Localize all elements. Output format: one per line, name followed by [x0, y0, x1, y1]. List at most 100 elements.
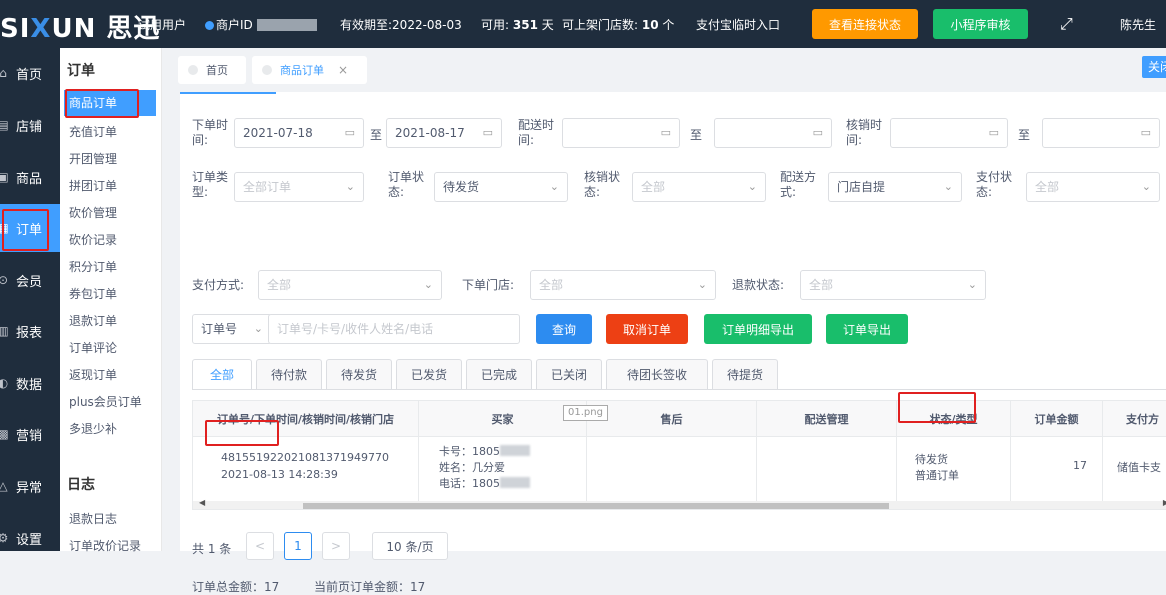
- status-tab-pending-pickup[interactable]: 待提货: [712, 359, 778, 389]
- home-icon: ⌂: [0, 66, 7, 80]
- scroll-left-icon[interactable]: ◀: [199, 498, 205, 507]
- store-select[interactable]: 全部 ⌄: [530, 270, 716, 300]
- order-type-select[interactable]: 全部订单 ⌄: [234, 172, 364, 202]
- horizontal-scrollbar[interactable]: ◀ ▶: [193, 498, 1166, 509]
- submenu-group-orders[interactable]: 拼团订单: [69, 177, 117, 194]
- tab-goods-orders[interactable]: 商品订单 ×: [252, 56, 367, 84]
- nav-marketing[interactable]: ▩ 营销: [0, 419, 60, 449]
- query-button[interactable]: 查询: [536, 314, 592, 344]
- pay-method-select[interactable]: 全部 ⌄: [258, 270, 442, 300]
- order-status-select[interactable]: 待发货 ⌄: [434, 172, 568, 202]
- chevron-down-icon: ⌄: [549, 180, 559, 193]
- delivery-time-end[interactable]: ▭: [714, 118, 832, 148]
- highlight-nav-orders: [2, 209, 49, 251]
- page-1-button[interactable]: 1: [284, 532, 312, 560]
- status-tab-leader-sign[interactable]: 待团长签收: [606, 359, 708, 389]
- secondary-sidebar: 订单 商品订单 充值订单 开团管理 拼团订单 砍价管理 砍价记录 积分订单 券包…: [60, 48, 162, 554]
- tab-home[interactable]: 首页: [178, 56, 246, 84]
- payment-method: 储值卡支: [1117, 461, 1161, 474]
- calendar-icon: ▭: [344, 126, 355, 139]
- chevron-down-icon: ⌄: [423, 278, 433, 291]
- pay-status-select[interactable]: 全部 ⌄: [1026, 172, 1160, 202]
- order-time-start[interactable]: 2021-07-18 ▭: [234, 118, 364, 148]
- file-tooltip: 01.png: [563, 405, 608, 421]
- submenu-coupon-orders[interactable]: 券包订单: [69, 285, 117, 302]
- fullscreen-icon[interactable]: ⤢: [1060, 14, 1073, 34]
- submenu-bargain-manage[interactable]: 砍价管理: [69, 204, 117, 221]
- next-page-button[interactable]: >: [322, 532, 350, 560]
- page-size-select[interactable]: 10 条/页: [372, 532, 448, 560]
- check-connection-button[interactable]: 查看连接状态: [812, 9, 918, 39]
- total-amount: 订单总金额：17: [192, 580, 280, 594]
- chevron-down-icon: ⌄: [253, 322, 263, 335]
- prev-page-button[interactable]: <: [246, 532, 274, 560]
- goods-icon: ▣: [0, 170, 9, 184]
- warning-icon: △: [0, 479, 8, 493]
- tab-close-icon[interactable]: ×: [338, 63, 348, 77]
- highlight-goods-orders: [65, 89, 139, 118]
- submenu-order-reviews[interactable]: 订单评论: [69, 339, 117, 356]
- nav-goods[interactable]: ▣ 商品: [0, 162, 60, 192]
- order-status: 待发货: [915, 453, 948, 466]
- refund-status-select[interactable]: 全部 ⌄: [800, 270, 986, 300]
- submenu-cashback-orders[interactable]: 返现订单: [69, 366, 117, 383]
- nav-store[interactable]: ▤ 店铺: [0, 110, 60, 140]
- submenu-points-orders[interactable]: 积分订单: [69, 258, 117, 275]
- status-tab-all[interactable]: 全部: [192, 359, 252, 389]
- orders-table: 订单号/下单时间/核销时间/核销门店 买家 售后 配送管理 状态/类型 订单金额…: [192, 400, 1166, 510]
- miniprogram-review-button[interactable]: 小程序审核: [933, 9, 1028, 39]
- status-tab-pending-ship[interactable]: 待发货: [326, 359, 392, 389]
- search-input[interactable]: 订单号/卡号/收件人姓名/电话: [268, 314, 520, 344]
- delivery-method-select[interactable]: 门店自提 ⌄: [828, 172, 962, 202]
- status-tab-shipped[interactable]: 已发货: [396, 359, 462, 389]
- verify-time-start[interactable]: ▭: [890, 118, 1008, 148]
- alipay-entry-link[interactable]: 支付宝临时入口: [696, 16, 780, 33]
- submenu-title-logs: 日志: [67, 477, 95, 493]
- verify-time-label: 核销时间:: [846, 118, 883, 147]
- store-count-text: 可上架门店数: 10 个: [562, 18, 675, 32]
- chevron-down-icon: ⌄: [1141, 180, 1151, 193]
- nav-data[interactable]: ◐ 数据: [0, 368, 60, 398]
- status-tab-closed[interactable]: 已关闭: [536, 359, 602, 389]
- verify-time-end[interactable]: ▭: [1042, 118, 1160, 148]
- submenu-refund-orders[interactable]: 退款订单: [69, 312, 117, 329]
- after-sale-cell: [587, 437, 757, 501]
- nav-members[interactable]: ⊙ 会员: [0, 265, 60, 295]
- scrollbar-thumb[interactable]: [303, 503, 889, 509]
- primary-sidebar: ⌂ 首页 ▤ 店铺 ▣ 商品 ▦ 订单 ⊙ 会员 ▥ 报表 ◐ 数据 ▩ 营销 △ 异常 ⚙ 设置: [0, 48, 60, 551]
- submenu-plus-orders[interactable]: plus会员订单: [69, 393, 142, 410]
- col-payment: 支付方: [1103, 401, 1166, 437]
- submenu-title-orders: 订单: [67, 63, 95, 79]
- main-area: 首页 商品订单× 关闭 下单时间: 2021-07-18▭ 至 2021-08-…: [162, 48, 1166, 594]
- status-tab-completed[interactable]: 已完成: [466, 359, 532, 389]
- store-icon: ▤: [0, 118, 9, 132]
- cancel-order-button[interactable]: 取消订单: [606, 314, 688, 344]
- refund-status-label: 退款状态:: [732, 278, 785, 292]
- order-time-end[interactable]: 2021-08-17 ▭: [386, 118, 502, 148]
- submenu-price-change-records[interactable]: 订单改价记录: [69, 537, 141, 554]
- search-field-select[interactable]: 订单号 ⌄: [192, 314, 272, 344]
- total-count: 共 1 条: [192, 542, 232, 556]
- tab-dot-icon: [188, 65, 198, 75]
- close-tabs-button[interactable]: 关闭: [1142, 56, 1166, 78]
- active-underline: [180, 92, 276, 94]
- submenu-bargain-records[interactable]: 砍价记录: [69, 231, 117, 248]
- nav-reports[interactable]: ▥ 报表: [0, 316, 60, 346]
- nav-home[interactable]: ⌂ 首页: [0, 58, 60, 88]
- status-tab-pending-pay[interactable]: 待付款: [256, 359, 322, 389]
- col-delivery: 配送管理: [757, 401, 897, 437]
- submenu-recharge-orders[interactable]: 充值订单: [69, 123, 117, 140]
- delivery-time-start[interactable]: ▭: [562, 118, 680, 148]
- status-tabs-divider: [192, 389, 1166, 390]
- nav-exception[interactable]: △ 异常: [0, 471, 60, 501]
- submenu-refund-logs[interactable]: 退款日志: [69, 510, 117, 527]
- calendar-icon: ▭: [988, 126, 999, 139]
- submenu-group-manage[interactable]: 开团管理: [69, 150, 117, 167]
- verify-status-select[interactable]: 全部 ⌄: [632, 172, 766, 202]
- nav-settings[interactable]: ⚙ 设置: [0, 523, 60, 553]
- export-detail-button[interactable]: 订单明细导出: [704, 314, 812, 344]
- export-orders-button[interactable]: 订单导出: [826, 314, 908, 344]
- username-menu[interactable]: 陈先生: [1120, 16, 1156, 33]
- submenu-refund-topup[interactable]: 多退少补: [69, 420, 117, 437]
- pay-status-label: 支付状态:: [976, 170, 1013, 199]
